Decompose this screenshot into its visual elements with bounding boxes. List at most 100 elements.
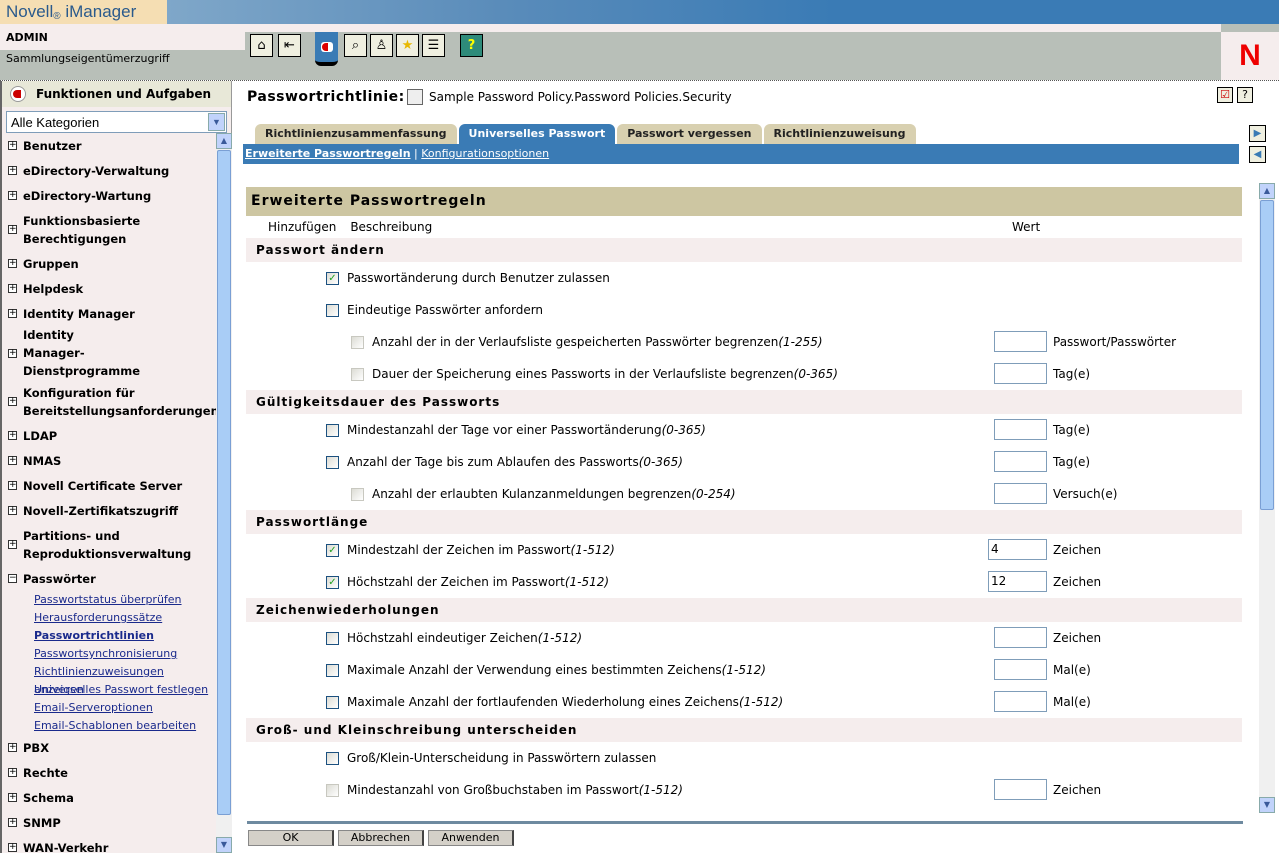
task-link[interactable]: Richtlinienzuweisungen anzeigen bbox=[2, 663, 216, 696]
view-objects-icon[interactable]: ⌕ bbox=[344, 34, 367, 57]
favorites-icon[interactable]: ★ bbox=[396, 34, 419, 57]
sidebar-item-passwoerter[interactable]: − Passwörter bbox=[2, 566, 216, 591]
value-input[interactable] bbox=[994, 483, 1047, 504]
task-link[interactable]: Passwortsynchronisierung bbox=[2, 645, 216, 663]
expand-icon[interactable]: + bbox=[8, 843, 17, 852]
scroll-up-icon[interactable]: ▲ bbox=[216, 133, 232, 149]
scroll-up-icon[interactable]: ▲ bbox=[1259, 183, 1275, 199]
exit-icon[interactable]: ⇤ bbox=[278, 34, 301, 57]
sidebar-item-novell-certificate-server[interactable]: + Novell Certificate Server bbox=[2, 473, 216, 498]
sidebar-item-benutzer[interactable]: + Benutzer bbox=[2, 133, 216, 158]
expand-icon[interactable]: + bbox=[8, 284, 17, 293]
value-input[interactable] bbox=[994, 659, 1047, 680]
sidebar-item-nmas[interactable]: + NMAS bbox=[2, 448, 216, 473]
cancel-button[interactable]: Abbrechen bbox=[338, 830, 424, 846]
sidebar-item-schema[interactable]: + Schema bbox=[2, 785, 216, 810]
task-link[interactable]: Universelles Passwort festlegen bbox=[2, 681, 216, 699]
sidebar-item-identity-manager-dienstprogramme[interactable]: + Identity Manager-Dienstprogramme bbox=[2, 326, 216, 380]
expand-icon[interactable]: + bbox=[8, 456, 17, 465]
help-book-icon[interactable]: ? bbox=[460, 34, 483, 57]
tab-richtlinienzuweisung[interactable]: Richtlinienzuweisung bbox=[763, 124, 916, 144]
roles-tasks-icon[interactable] bbox=[315, 32, 338, 66]
task-link[interactable]: Herausforderungssätze bbox=[2, 609, 216, 627]
checkbox[interactable] bbox=[326, 455, 339, 469]
sidebar-item-novell-zertifikatszugriff[interactable]: + Novell-Zertifikatszugriff bbox=[2, 498, 216, 523]
checkbox[interactable] bbox=[326, 783, 339, 797]
value-input[interactable] bbox=[994, 331, 1047, 352]
collapse-icon[interactable]: − bbox=[8, 574, 17, 583]
value-input[interactable]: 4 bbox=[988, 539, 1047, 560]
sidebar-item-pbx[interactable]: + PBX bbox=[2, 735, 216, 760]
expand-icon[interactable]: + bbox=[8, 743, 17, 752]
sidebar-item-ldap[interactable]: + LDAP bbox=[2, 423, 216, 448]
expand-icon[interactable]: + bbox=[8, 540, 17, 549]
sidebar-item-edirectory-verwaltung[interactable]: + eDirectory-Verwaltung bbox=[2, 158, 216, 183]
task-list-icon[interactable]: ☰ bbox=[422, 34, 445, 57]
scroll-down-icon[interactable]: ▼ bbox=[216, 837, 232, 853]
expand-icon[interactable]: + bbox=[8, 768, 17, 777]
value-input[interactable] bbox=[994, 363, 1047, 384]
checkbox[interactable] bbox=[326, 751, 339, 765]
expand-icon[interactable]: + bbox=[8, 348, 17, 358]
value-input[interactable] bbox=[994, 627, 1047, 648]
task-link[interactable]: Email-Serveroptionen bbox=[2, 699, 216, 717]
apply-button[interactable]: Anwenden bbox=[428, 830, 514, 846]
tab-prev-icon[interactable]: ◀ bbox=[1249, 146, 1266, 163]
expand-icon[interactable]: + bbox=[8, 259, 17, 268]
expand-icon[interactable]: + bbox=[8, 225, 17, 234]
expand-icon[interactable]: + bbox=[8, 166, 17, 175]
tab-next-icon[interactable]: ▶ bbox=[1249, 125, 1266, 142]
checkbox[interactable] bbox=[326, 303, 339, 317]
expand-icon[interactable]: + bbox=[8, 793, 17, 802]
checkbox[interactable] bbox=[326, 695, 339, 709]
expand-icon[interactable]: + bbox=[8, 506, 17, 515]
sidebar-scrollbar[interactable]: ▲ ▼ bbox=[216, 133, 232, 853]
checkbox[interactable] bbox=[351, 335, 364, 349]
expand-icon[interactable]: + bbox=[8, 431, 17, 440]
sidebar-item-snmp[interactable]: + SNMP bbox=[2, 810, 216, 835]
scroll-thumb[interactable] bbox=[1260, 200, 1274, 510]
expand-icon[interactable]: + bbox=[8, 818, 17, 827]
task-link[interactable]: Email-Schablonen bearbeiten bbox=[2, 717, 216, 735]
checkbox[interactable] bbox=[326, 663, 339, 677]
expand-icon[interactable]: + bbox=[8, 481, 17, 490]
value-input[interactable] bbox=[994, 691, 1047, 712]
checkbox[interactable] bbox=[351, 367, 364, 381]
help-icon[interactable]: ? bbox=[1237, 87, 1253, 103]
checkbox-checked[interactable]: ✓ bbox=[326, 575, 339, 589]
tab-universelles-passwort[interactable]: Universelles Passwort bbox=[458, 124, 616, 144]
sidebar-item-edirectory-wartung[interactable]: + eDirectory-Wartung bbox=[2, 183, 216, 208]
sidebar-item-konfiguration[interactable]: + Konfiguration für Bereitstellungsanford… bbox=[2, 380, 219, 423]
checkbox[interactable] bbox=[326, 631, 339, 645]
category-select[interactable]: Alle Kategorien ▼ bbox=[6, 111, 227, 133]
chevron-down-icon[interactable]: ▼ bbox=[208, 113, 225, 131]
sidebar-item-gruppen[interactable]: + Gruppen bbox=[2, 251, 216, 276]
expand-icon[interactable]: + bbox=[8, 141, 17, 150]
configure-icon[interactable]: ♙ bbox=[370, 34, 393, 57]
tab-richtlinienzusammenfassung[interactable]: Richtlinienzusammenfassung bbox=[255, 124, 457, 144]
expand-icon[interactable]: + bbox=[8, 397, 17, 406]
home-icon[interactable]: ⌂ bbox=[250, 34, 273, 57]
task-list-icon[interactable]: ☑ bbox=[1217, 87, 1233, 103]
subnav-erweiterte-passwortregeln[interactable]: Erweiterte Passwortregeln bbox=[245, 147, 411, 160]
checkbox-checked[interactable]: ✓ bbox=[326, 543, 339, 557]
task-link-current[interactable]: Passwortrichtlinien bbox=[2, 627, 216, 645]
scroll-thumb[interactable] bbox=[217, 150, 231, 815]
value-input[interactable] bbox=[994, 779, 1047, 800]
checkbox[interactable] bbox=[326, 423, 339, 437]
sidebar-item-rechte[interactable]: + Rechte bbox=[2, 760, 216, 785]
sidebar-item-partitions[interactable]: + Partitions- und Reproduktionsverwaltung bbox=[2, 523, 216, 566]
value-input[interactable]: 12 bbox=[988, 571, 1047, 592]
scroll-down-icon[interactable]: ▼ bbox=[1259, 797, 1275, 813]
expand-icon[interactable]: + bbox=[8, 191, 17, 200]
task-link[interactable]: Passwortstatus überprüfen bbox=[2, 591, 216, 609]
checkbox[interactable] bbox=[351, 487, 364, 501]
tab-passwort-vergessen[interactable]: Passwort vergessen bbox=[617, 124, 762, 144]
value-input[interactable] bbox=[994, 419, 1047, 440]
sidebar-item-helpdesk[interactable]: + Helpdesk bbox=[2, 276, 216, 301]
value-input[interactable] bbox=[994, 451, 1047, 472]
sidebar-item-identity-manager[interactable]: + Identity Manager bbox=[2, 301, 216, 326]
checkbox-checked[interactable]: ✓ bbox=[326, 271, 339, 285]
sidebar-item-wan-verkehr[interactable]: + WAN-Verkehr bbox=[2, 835, 216, 860]
content-scrollbar[interactable]: ▲ ▼ bbox=[1259, 183, 1275, 813]
